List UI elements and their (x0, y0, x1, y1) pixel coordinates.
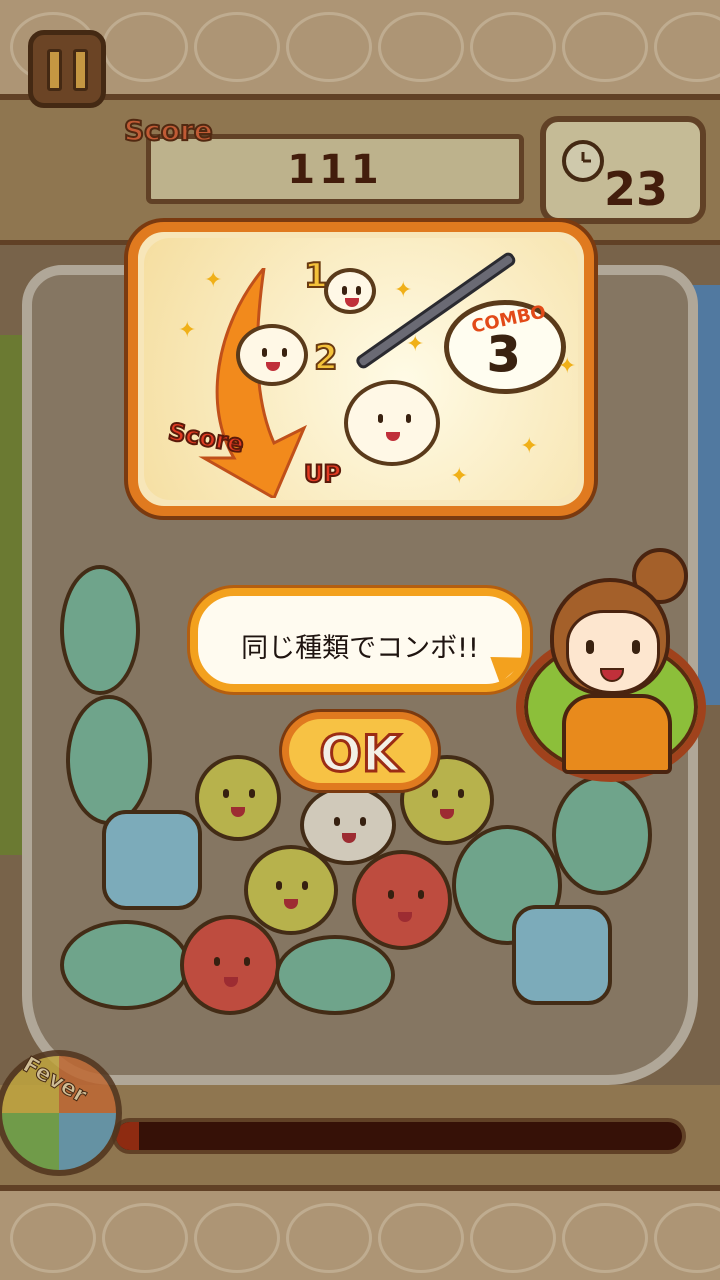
mochi-medium (236, 324, 308, 386)
hint-message: 同じ種類でコンボ!! (241, 633, 479, 664)
score-up-arrow-icon (198, 268, 307, 498)
mochi-small (324, 268, 376, 314)
sparkle-icon: ✦ (394, 278, 413, 303)
mochi-large (344, 380, 440, 466)
character-eye (632, 640, 640, 654)
hint-speech-bubble: 同じ種類でコンボ!! (190, 588, 530, 692)
ok-button-label: OK (318, 724, 402, 785)
tutorial-illustration: 1 2 COMBO 3 Score UP ✦ ✦ ✦ ✦ ✦ ✦ ✦ (144, 238, 578, 500)
ok-button[interactable]: OK (282, 712, 438, 790)
sparkle-icon: ✦ (520, 434, 539, 459)
tutorial-card: 1 2 COMBO 3 Score UP ✦ ✦ ✦ ✦ ✦ ✦ ✦ (128, 222, 594, 516)
combo-count: 3 (486, 327, 521, 384)
order-number-2: 2 (313, 337, 339, 379)
up-word: UP (303, 459, 342, 489)
sparkle-icon: ✦ (558, 354, 577, 379)
character-body (562, 694, 672, 774)
sparkle-icon: ✦ (450, 464, 469, 489)
character-eye (586, 640, 594, 654)
sparkle-icon: ✦ (178, 318, 197, 343)
sparkle-icon: ✦ (204, 268, 223, 293)
sparkle-icon: ✦ (406, 332, 425, 357)
combo-bubble: COMBO 3 (444, 300, 566, 394)
